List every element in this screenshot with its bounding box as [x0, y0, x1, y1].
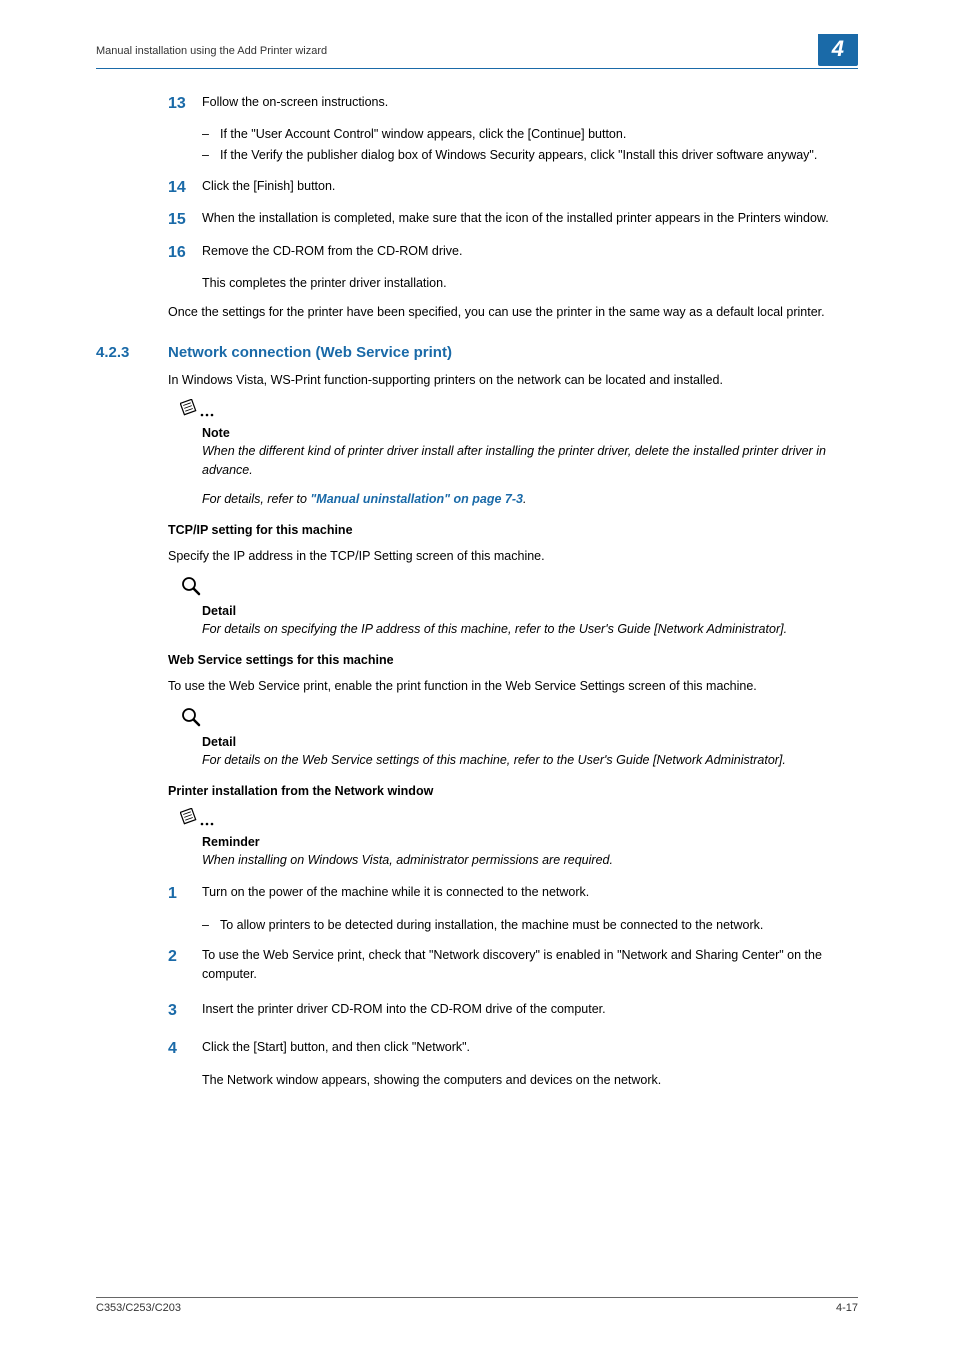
- install-step-1: 1 Turn on the power of the machine while…: [168, 883, 858, 905]
- magnifier-icon: [180, 575, 858, 602]
- bullet-text: If the "User Account Control" window app…: [220, 125, 626, 144]
- detail-callout: Detail For details on the Web Service se…: [168, 706, 858, 770]
- chapter-number-badge: 4: [818, 34, 858, 66]
- step-14: 14 Click the [Finish] button.: [168, 177, 858, 199]
- install-step-4: 4 Click the [Start] button, and then cli…: [168, 1038, 858, 1060]
- install-step-4-extra: The Network window appears, showing the …: [202, 1071, 858, 1090]
- install-heading: Printer installation from the Network wi…: [168, 784, 858, 798]
- footer-model: C353/C253/C203: [96, 1302, 181, 1314]
- install-step-2: 2 To use the Web Service print, check th…: [168, 946, 858, 984]
- step-text: Turn on the power of the machine while i…: [202, 883, 858, 905]
- step-16: 16 Remove the CD-ROM from the CD-ROM dri…: [168, 242, 858, 264]
- step-15: 15 When the installation is completed, m…: [168, 209, 858, 231]
- install-step-3: 3 Insert the printer driver CD-ROM into …: [168, 1000, 858, 1022]
- bullet-dash: –: [202, 916, 220, 935]
- step-number: 13: [168, 93, 202, 115]
- header-breadcrumb: Manual installation using the Add Printe…: [96, 45, 327, 57]
- note-body-link: For details, refer to "Manual uninstalla…: [202, 490, 858, 509]
- footer-page-number: 4-17: [836, 1302, 858, 1314]
- step-number: 4: [168, 1038, 202, 1060]
- step-13-bullet: – If the Verify the publisher dialog box…: [202, 146, 858, 165]
- step-text: To use the Web Service print, check that…: [202, 946, 858, 984]
- step-number: 3: [168, 1000, 202, 1022]
- detail-body: For details on the Web Service settings …: [202, 751, 858, 770]
- page-footer: C353/C253/C203 4-17: [96, 1297, 858, 1314]
- step-text: Click the [Start] button, and then click…: [202, 1038, 858, 1060]
- install-step-1-bullet: – To allow printers to be detected durin…: [202, 916, 858, 935]
- summary-paragraph: Once the settings for the printer have b…: [168, 303, 858, 322]
- detail-callout: Detail For details on specifying the IP …: [168, 575, 858, 639]
- bullet-dash: –: [202, 125, 220, 144]
- section-title: Network connection (Web Service print): [168, 344, 452, 361]
- footer-divider: [96, 1297, 858, 1298]
- step-text: Click the [Finish] button.: [202, 177, 858, 199]
- note-icon: [180, 808, 858, 833]
- note-icon: [180, 399, 858, 424]
- note-body: When the different kind of printer drive…: [202, 442, 858, 480]
- step-text: When the installation is completed, make…: [202, 209, 858, 231]
- bullet-text: If the Verify the publisher dialog box o…: [220, 146, 817, 165]
- section-number: 4.2.3: [96, 344, 168, 361]
- detail-body: For details on specifying the IP address…: [202, 620, 858, 639]
- step-number: 15: [168, 209, 202, 231]
- webservice-heading: Web Service settings for this machine: [168, 653, 858, 667]
- section-intro: In Windows Vista, WS-Print function-supp…: [168, 371, 858, 390]
- section-heading: 4.2.3 Network connection (Web Service pr…: [168, 344, 858, 361]
- detail-label: Detail: [202, 735, 858, 749]
- detail-label: Detail: [202, 604, 858, 618]
- bullet-text: To allow printers to be detected during …: [220, 916, 763, 935]
- step-16-extra: This completes the printer driver instal…: [202, 274, 858, 293]
- cross-reference-link[interactable]: "Manual uninstallation" on page 7-3: [310, 492, 523, 506]
- tcpip-heading: TCP/IP setting for this machine: [168, 523, 858, 537]
- webservice-paragraph: To use the Web Service print, enable the…: [168, 677, 858, 696]
- note-label: Note: [202, 426, 858, 440]
- reminder-callout: Reminder When installing on Windows Vist…: [168, 808, 858, 870]
- step-13-bullet: – If the "User Account Control" window a…: [202, 125, 858, 144]
- reminder-body: When installing on Windows Vista, admini…: [202, 851, 858, 870]
- step-number: 16: [168, 242, 202, 264]
- step-text: Follow the on-screen instructions.: [202, 93, 858, 115]
- bullet-dash: –: [202, 146, 220, 165]
- step-number: 1: [168, 883, 202, 905]
- tcpip-paragraph: Specify the IP address in the TCP/IP Set…: [168, 547, 858, 566]
- reminder-label: Reminder: [202, 835, 858, 849]
- step-13: 13 Follow the on-screen instructions.: [168, 93, 858, 115]
- header-divider: [96, 68, 858, 69]
- step-text: Remove the CD-ROM from the CD-ROM drive.: [202, 242, 858, 264]
- step-text: Insert the printer driver CD-ROM into th…: [202, 1000, 858, 1022]
- step-number: 14: [168, 177, 202, 199]
- magnifier-icon: [180, 706, 858, 733]
- note-callout: Note When the different kind of printer …: [168, 399, 858, 508]
- step-number: 2: [168, 946, 202, 984]
